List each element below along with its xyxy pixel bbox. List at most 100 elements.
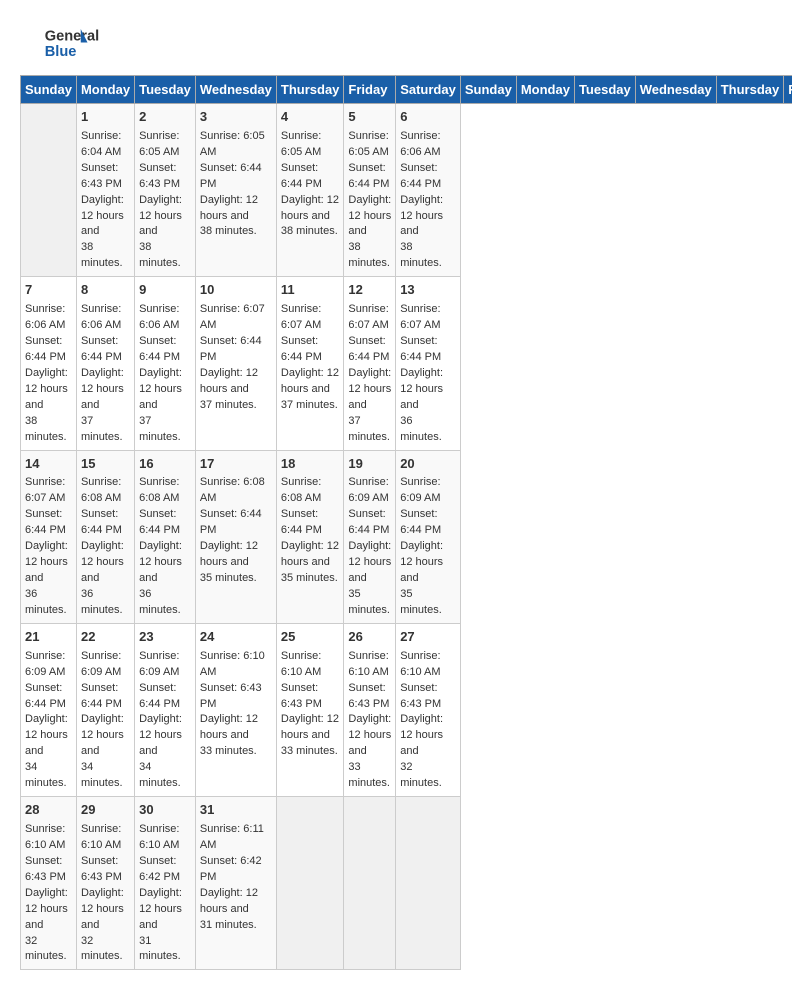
daylight-text-cont: 38 minutes. [139,241,181,269]
daylight-text-cont: 37 minutes. [139,415,181,443]
daylight-text-cont: 34 minutes. [139,761,181,789]
sunset-text: Sunset: 6:43 PM [400,682,441,710]
calendar-week-row: 21 Sunrise: 6:09 AM Sunset: 6:44 PM Dayligh… [21,623,792,796]
sunrise-text: Sunrise: 6:07 AM [348,303,388,331]
day-number: 10 [200,281,272,300]
daylight-text-cont: 31 minutes. [139,935,181,963]
daylight-text-cont: 33 minutes. [281,745,338,757]
calendar-cell: 7Sunrise: 6:06 AMSunset: 6:44 PMDaylight… [21,277,77,450]
daylight-text: Daylight: 12 hours and [81,887,124,931]
daylight-text-cont: 38 minutes. [348,241,390,269]
calendar-cell: 20Sunrise: 6:09 AMSunset: 6:44 PMDayligh… [396,450,461,623]
header-sunday: Sunday [21,76,77,104]
daylight-text-cont: 33 minutes. [348,761,390,789]
daylight-text: Daylight: 12 hours and [348,367,391,411]
sunset-text: Sunset: 6:44 PM [400,508,441,536]
daylight-text-cont: 38 minutes. [81,241,123,269]
daylight-text-cont: 32 minutes. [400,761,442,789]
calendar-cell [344,797,396,970]
calendar-cell [21,104,77,277]
sunrise-text: Sunrise: 6:06 AM [25,303,65,331]
calendar-week-row: 1Sunrise: 6:04 AMSunset: 6:43 PMDaylight… [21,104,792,277]
calendar-week-row: 14 Sunrise: 6:07 AM Sunset: 6:44 PM Dayligh… [21,450,792,623]
daylight-text-cont: 38 minutes. [200,225,257,237]
day-number: 8 [81,281,130,300]
calendar-table: SundayMondayTuesdayWednesdayThursdayFrid… [20,75,792,970]
calendar-cell: 25Sunrise: 6:10 AMSunset: 6:43 PMDayligh… [276,623,344,796]
daylight-text: Daylight: 12 hours and [139,713,182,757]
day-number: 29 [81,801,130,820]
sunrise-text: Sunrise: 6:10 AM [281,650,321,678]
sunrise-text: Sunrise: 6:05 AM [200,130,265,158]
daylight-text: Daylight: 12 hours and [25,887,68,931]
daylight-text: Daylight: 12 hours and [200,367,258,395]
calendar-cell: 11Sunrise: 6:07 AMSunset: 6:44 PMDayligh… [276,277,344,450]
header-wednesday: Wednesday [195,76,276,104]
sunrise-text: Sunrise: 6:09 AM [348,476,388,504]
calendar-cell: 24Sunrise: 6:10 AMSunset: 6:43 PMDayligh… [195,623,276,796]
sunset-text: Sunset: 6:42 PM [139,855,180,883]
sunrise-text: Sunrise: 6:07 AM [281,303,321,331]
calendar-week-row: 28Sunrise: 6:10 AMSunset: 6:43 PMDayligh… [21,797,792,970]
day-number: 7 [25,281,72,300]
daylight-text: Daylight: 12 hours and [81,194,124,238]
sunset-text: Sunset: 6:44 PM [81,508,122,536]
daylight-text-cont: 37 minutes. [81,415,123,443]
day-number: 22 [81,628,130,647]
daylight-text: Daylight: 12 hours and [400,540,443,584]
sunrise-text: Sunrise: 6:10 AM [400,650,440,678]
day-number: 4 [281,108,340,127]
header-monday: Monday [76,76,134,104]
day-number: 12 [348,281,391,300]
calendar-cell: 17Sunrise: 6:08 AMSunset: 6:44 PMDayligh… [195,450,276,623]
header-thursday: Thursday [276,76,344,104]
sunrise-text: Sunrise: 6:06 AM [139,303,179,331]
sunrise-text: Sunrise: 6:10 AM [81,823,121,851]
daylight-text-cont: 33 minutes. [200,745,257,757]
sunset-text: Sunset: 6:44 PM [400,162,441,190]
day-number: 19 [348,455,391,474]
calendar-cell: 9Sunrise: 6:06 AMSunset: 6:44 PMDaylight… [135,277,196,450]
header: General Blue [20,20,772,65]
day-number: 5 [348,108,391,127]
daylight-text-cont: 38 minutes. [25,415,67,443]
svg-text:Blue: Blue [45,44,77,60]
weekday-header-wednesday: Wednesday [635,76,716,104]
sunset-text: Sunset: 6:42 PM [200,855,262,883]
daylight-text: Daylight: 12 hours and [348,540,391,584]
day-number: 23 [139,628,191,647]
sunset-text: Sunset: 6:44 PM [139,682,180,710]
day-number: 28 [25,801,72,820]
daylight-text: Daylight: 12 hours and [200,713,258,741]
day-number: 2 [139,108,191,127]
calendar-cell: 5Sunrise: 6:05 AMSunset: 6:44 PMDaylight… [344,104,396,277]
day-number: 21 [25,628,72,647]
calendar-cell: 8Sunrise: 6:06 AMSunset: 6:44 PMDaylight… [76,277,134,450]
daylight-text: Daylight: 12 hours and [139,194,182,238]
day-number: 16 [139,455,191,474]
sunset-text: Sunset: 6:44 PM [200,162,262,190]
daylight-text: Daylight: 12 hours and [348,713,391,757]
calendar-cell [276,797,344,970]
sunrise-text: Sunrise: 6:07 AM [25,476,65,504]
sunrise-text: Sunrise: 6:08 AM [81,476,121,504]
sunrise-text: Sunrise: 6:09 AM [25,650,65,678]
day-number: 14 [25,455,72,474]
daylight-text: Daylight: 12 hours and [281,194,339,222]
logo-icon: General Blue [20,20,110,65]
calendar-cell: 29Sunrise: 6:10 AMSunset: 6:43 PMDayligh… [76,797,134,970]
sunset-text: Sunset: 6:43 PM [348,682,389,710]
calendar-cell: 19Sunrise: 6:09 AMSunset: 6:44 PMDayligh… [344,450,396,623]
day-number: 18 [281,455,340,474]
sunrise-text: Sunrise: 6:05 AM [281,130,321,158]
header-saturday: Saturday [396,76,461,104]
daylight-text-cont: 35 minutes. [200,572,257,584]
daylight-text: Daylight: 12 hours and [25,713,68,757]
header-tuesday: Tuesday [135,76,196,104]
daylight-text: Daylight: 12 hours and [281,367,339,395]
svg-text:General: General [45,28,99,44]
day-number: 27 [400,628,456,647]
day-number: 31 [200,801,272,820]
day-number: 13 [400,281,456,300]
sunset-text: Sunset: 6:44 PM [281,508,322,536]
